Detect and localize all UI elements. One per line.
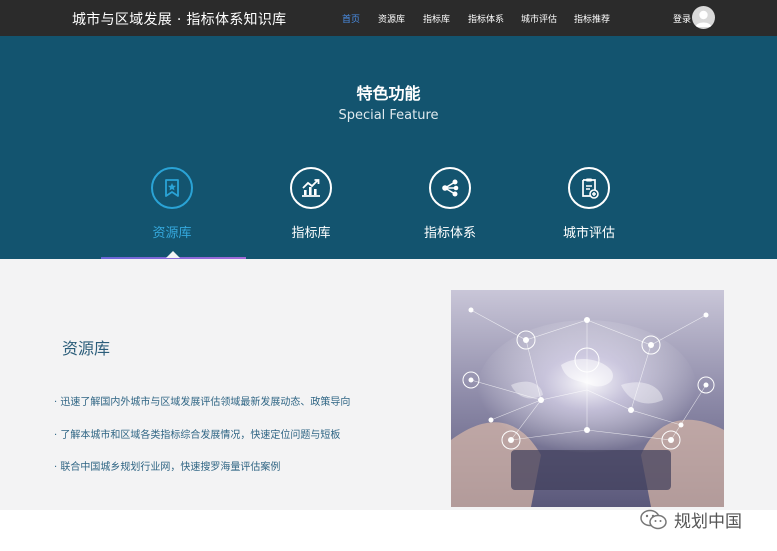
share-nodes-icon (442, 179, 459, 197)
feature-icon-circle (151, 167, 193, 209)
feature-tab-indicators[interactable]: 指标库 (251, 167, 371, 241)
avatar[interactable] (692, 6, 715, 29)
list-item: 联合中国城乡规划行业网，快速搜罗海量评估案例 (54, 458, 350, 491)
list-item: 了解本城市和区域各类指标综合发展情况，快速定位问题与短板 (54, 426, 350, 459)
watermark: 规划中国 (640, 507, 742, 532)
feature-tab-resources[interactable]: 资源库 (112, 167, 232, 241)
feature-label: 资源库 (152, 226, 192, 241)
network-hero-image (451, 290, 724, 507)
feature-icon-circle (568, 167, 610, 209)
bookmark-star-icon (165, 179, 179, 197)
special-feature-section: 特色功能 Special Feature 资源库 指标库 指标体系 城市评估 (0, 36, 777, 259)
feature-label: 指标体系 (423, 226, 476, 241)
active-tab-caret (166, 251, 180, 258)
feature-icon-circle (429, 167, 471, 209)
section-heading: 资源库 (62, 339, 111, 358)
nav-item-resources[interactable]: 资源库 (378, 12, 423, 25)
feature-label: 城市评估 (562, 226, 615, 241)
site-title[interactable]: 城市与区域发展 · 指标体系知识库 (72, 9, 286, 29)
main-nav: 首页 资源库 指标库 指标体系 城市评估 指标推荐 (342, 12, 624, 25)
login-link[interactable]: 登录 (673, 12, 691, 25)
feature-detail-panel: 资源库 迅速了解国内外城市与区域发展评估领域最新发展动态、政策导向 了解本城市和… (0, 259, 777, 510)
user-icon (695, 10, 712, 27)
nav-item-indicator-system[interactable]: 指标体系 (468, 12, 521, 25)
feature-label: 指标库 (291, 226, 331, 241)
feature-tab-indicator-system[interactable]: 指标体系 (390, 167, 510, 241)
chart-trend-icon (302, 179, 320, 197)
feature-title: 特色功能 (356, 84, 421, 103)
top-nav-bar: 城市与区域发展 · 指标体系知识库 首页 资源库 指标库 指标体系 城市评估 指… (0, 0, 777, 36)
watermark-text: 规划中国 (674, 512, 742, 532)
feature-subtitle: Special Feature (338, 108, 439, 123)
nav-item-indicators[interactable]: 指标库 (423, 12, 468, 25)
wechat-icon (640, 509, 667, 529)
page: 城市与区域发展 · 指标体系知识库 首页 资源库 指标库 指标体系 城市评估 指… (0, 0, 777, 551)
feature-icon-circle (290, 167, 332, 209)
nav-item-home[interactable]: 首页 (342, 12, 378, 25)
feature-bullet-list: 迅速了解国内外城市与区域发展评估领域最新发展动态、政策导向 了解本城市和区域各类… (54, 393, 350, 491)
feature-tab-city-evaluation[interactable]: 城市评估 (529, 167, 649, 241)
clipboard-plus-icon (582, 178, 599, 199)
nav-item-city-evaluation[interactable]: 城市评估 (521, 12, 574, 25)
list-item: 迅速了解国内外城市与区域发展评估领域最新发展动态、政策导向 (54, 393, 350, 426)
nav-item-indicator-recommend[interactable]: 指标推荐 (574, 12, 624, 25)
